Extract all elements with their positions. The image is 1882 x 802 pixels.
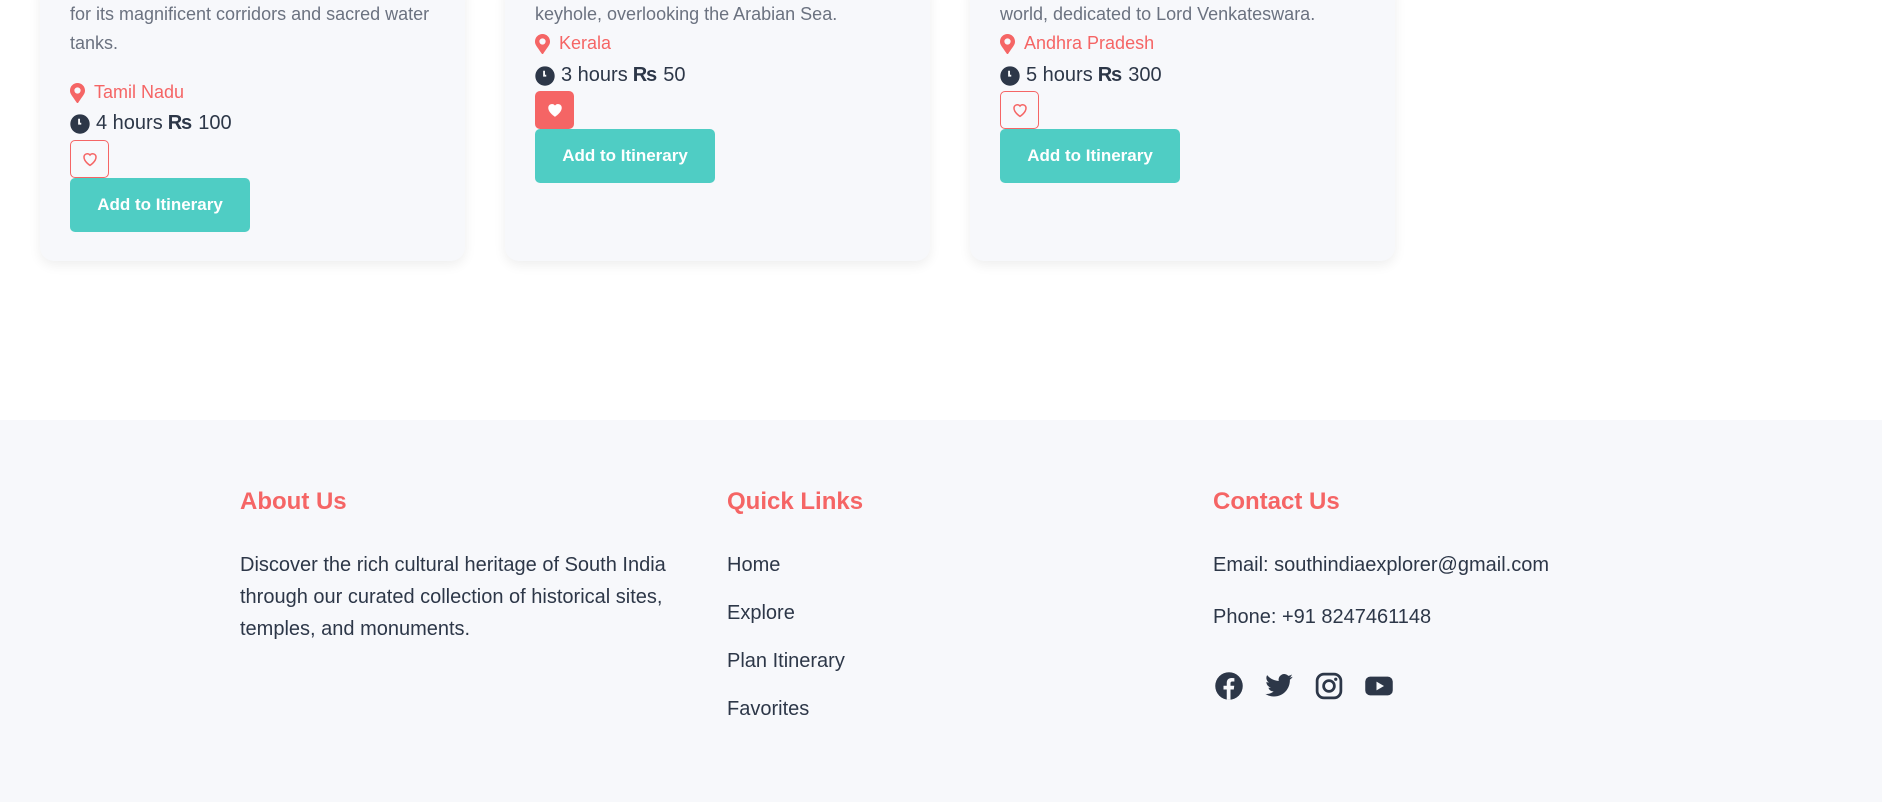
- footer-quick-links: Quick Links Home Explore Plan Itinerary …: [727, 488, 863, 741]
- contact-email: Email: southindiaexplorer@gmail.com: [1213, 554, 1549, 576]
- list-item: Explore: [727, 597, 863, 645]
- location-label: Tamil Nadu: [94, 82, 185, 102]
- card-location: Tamil Nadu: [70, 82, 184, 103]
- footer-link-plan-itinerary[interactable]: Plan Itinerary: [727, 650, 845, 672]
- footer-link-explore[interactable]: Explore: [727, 602, 795, 624]
- location-label: Andhra Pradesh: [1024, 33, 1155, 53]
- clock-icon: [70, 113, 90, 134]
- youtube-link[interactable]: [1363, 670, 1395, 702]
- card-description: world, dedicated to Lord Venkateswara.: [1000, 4, 1316, 24]
- add-to-itinerary-button[interactable]: Add to Itinerary: [535, 129, 715, 183]
- facebook-icon: [1215, 672, 1243, 700]
- card-description: for its magnificent corridors and sacred…: [70, 4, 430, 53]
- duration-text: 3 hours: [561, 64, 628, 86]
- rupee-icon: ₨: [1097, 64, 1123, 86]
- contact-phone: Phone: +91 8247461148: [1213, 606, 1432, 628]
- favorite-button[interactable]: [70, 140, 109, 178]
- card-meta: 5 hours ₨ 300: [1000, 64, 1162, 87]
- about-text: Discover the rich cultural heritage of S…: [240, 554, 666, 640]
- facebook-link[interactable]: [1213, 670, 1245, 702]
- price-text: 50: [663, 64, 686, 86]
- add-to-itinerary-button[interactable]: Add to Itinerary: [1000, 129, 1180, 183]
- twitter-icon: [1265, 674, 1293, 697]
- heart-outline-icon: [82, 153, 97, 167]
- instagram-icon: [1315, 672, 1343, 700]
- duration-text: 5 hours: [1026, 64, 1093, 86]
- list-item: Favorites: [727, 693, 863, 741]
- location-label: Kerala: [559, 33, 612, 53]
- attraction-card: world, dedicated to Lord Venkateswara. A…: [970, 0, 1395, 261]
- footer-about: About Us Discover the rich cultural heri…: [240, 488, 680, 645]
- card-location: Kerala: [535, 33, 611, 54]
- quick-links-list: Home Explore Plan Itinerary Favorites: [727, 549, 863, 741]
- map-pin-icon: [70, 82, 85, 103]
- card-meta: 3 hours ₨ 50: [535, 64, 685, 87]
- rupee-icon: ₨: [167, 112, 193, 134]
- rupee-icon: ₨: [632, 64, 658, 86]
- favorite-button[interactable]: [1000, 91, 1039, 129]
- card-meta: 4 hours ₨ 100: [70, 112, 232, 135]
- attraction-card: for its magnificent corridors and sacred…: [40, 0, 465, 261]
- heart-filled-icon: [547, 104, 562, 117]
- attraction-card: keyhole, overlooking the Arabian Sea. Ke…: [505, 0, 930, 261]
- attractions-section: for its magnificent corridors and sacred…: [0, 0, 1882, 420]
- contact-heading: Contact Us: [1213, 488, 1340, 515]
- list-item: Plan Itinerary: [727, 645, 863, 693]
- duration-text: 4 hours: [96, 112, 163, 134]
- map-pin-icon: [535, 33, 550, 54]
- footer-contact: Contact Us Email: southindiaexplorer@gma…: [1213, 488, 1549, 702]
- list-item: Home: [727, 549, 863, 597]
- footer-link-favorites[interactable]: Favorites: [727, 698, 809, 720]
- social-links: [1213, 670, 1549, 702]
- add-to-itinerary-button[interactable]: Add to Itinerary: [70, 178, 250, 232]
- price-text: 100: [198, 112, 232, 134]
- clock-icon: [1000, 65, 1020, 86]
- card-description: keyhole, overlooking the Arabian Sea.: [535, 4, 838, 24]
- clock-icon: [535, 65, 555, 86]
- price-text: 300: [1128, 64, 1162, 86]
- instagram-link[interactable]: [1313, 670, 1345, 702]
- about-heading: About Us: [240, 488, 347, 515]
- map-pin-icon: [1000, 33, 1015, 54]
- twitter-link[interactable]: [1263, 670, 1295, 702]
- favorite-button[interactable]: [535, 91, 574, 129]
- card-location: Andhra Pradesh: [1000, 33, 1154, 54]
- youtube-icon: [1365, 676, 1393, 696]
- footer-link-home[interactable]: Home: [727, 554, 780, 576]
- site-footer: About Us Discover the rich cultural heri…: [0, 420, 1882, 802]
- quick-links-heading: Quick Links: [727, 488, 864, 515]
- heart-outline-icon: [1012, 104, 1027, 118]
